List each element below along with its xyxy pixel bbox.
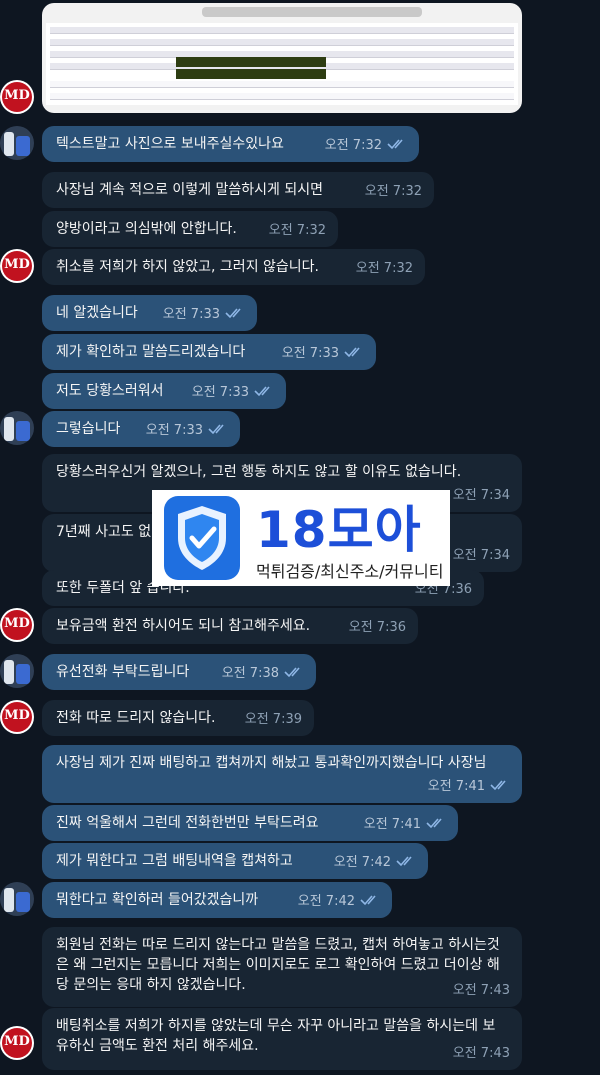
double-check-icon (387, 139, 403, 150)
screenshot-blur-header (202, 7, 422, 17)
attached-screenshot-image[interactable] (42, 3, 522, 113)
message-text: 배팅취소를 저희가 하지를 않았는데 무슨 자꾸 아니라고 말씀을 하시는데 보… (56, 1018, 496, 1054)
double-check-icon (208, 424, 224, 435)
message-bubble-incoming[interactable]: 회원님 전화는 따로 드리지 않는다고 말씀을 드렸고, 캡처 하여놓고 하시는… (42, 927, 522, 1007)
message-bubble-incoming[interactable]: 양방이라고 의심밖에 안합니다. 오전 7:32 (42, 211, 338, 247)
message-time: 오전 7:32 (364, 184, 422, 199)
message-text: 저도 당황스러워서 (56, 383, 164, 399)
double-check-icon (396, 856, 412, 867)
message-meta: 오전 7:33 (146, 421, 228, 441)
message-text: 텍스트말고 사진으로 보내주실수있나요 (56, 136, 284, 152)
message-bubble-outgoing[interactable]: 네 알겠습니다 오전 7:33 (42, 295, 257, 331)
support-avatar[interactable]: MD (0, 249, 34, 283)
user-avatar[interactable] (0, 411, 34, 445)
user-avatar[interactable] (0, 654, 34, 688)
double-check-icon (225, 308, 241, 319)
message-bubble-incoming[interactable]: 사장님 계속 적으로 이렇게 말씀하시게 되시면 오전 7:32 (42, 172, 434, 208)
message-text: 보유금액 환전 하시어도 되니 참고해주세요. (56, 618, 311, 634)
message-bubble-incoming[interactable]: 전화 따로 드리지 않습니다. 오전 7:39 (42, 700, 314, 736)
support-avatar[interactable]: MD (0, 700, 34, 734)
message-bubble-outgoing[interactable]: 텍스트말고 사진으로 보내주실수있나요 오전 7:32 (42, 126, 419, 162)
screenshot-betting-table (46, 23, 518, 105)
message-text: 제가 확인하고 말씀드리겠습니다 (56, 344, 246, 360)
double-check-icon (360, 895, 376, 906)
message-text: 제가 뭐한다고 그럼 배팅내역을 캡쳐하고 (56, 853, 293, 869)
double-check-icon (426, 818, 442, 829)
message-text: 회원님 전화는 따로 드리지 않는다고 말씀을 드렸고, 캡처 하여놓고 하시는… (56, 937, 500, 993)
message-text: 당황스러우신거 알겠으나, 그런 행동 하지도 않고 할 이유도 없습니다. (56, 464, 462, 480)
message-text: 취소를 저희가 하지 않았고, 그러지 않습니다. (56, 259, 319, 275)
message-time: 오전 7:43 (452, 983, 510, 998)
message-bubble-outgoing[interactable]: 그렇습니다 오전 7:33 (42, 411, 240, 447)
shield-check-icon (164, 496, 240, 580)
message-time: 오전 7:36 (348, 620, 406, 635)
message-text: 네 알겠습니다 (56, 305, 138, 321)
message-bubble-outgoing[interactable]: 사장님 제가 진짜 배팅하고 캡쳐까지 해놨고 통과확인까지했습니다 사장님 오… (42, 745, 522, 803)
message-meta: 오전 7:33 (163, 305, 245, 325)
message-text: 그렇습니다 (56, 421, 121, 437)
message-meta: 오전 7:33 (282, 344, 364, 364)
message-meta: 오전 7:41 (428, 777, 510, 797)
message-bubble-outgoing[interactable]: 저도 당황스러워서 오전 7:33 (42, 373, 286, 409)
message-meta: 오전 7:42 (298, 892, 380, 912)
message-meta: 오전 7:42 (334, 853, 416, 873)
message-text: 뭐한다고 확인하러 들어갔겠습니까 (56, 892, 259, 908)
support-avatar[interactable]: MD (0, 608, 34, 642)
support-avatar[interactable]: MD (0, 80, 34, 114)
message-time: 오전 7:34 (452, 548, 510, 563)
message-time: 오전 7:32 (355, 261, 413, 276)
message-time: 오전 7:39 (244, 712, 302, 727)
message-text: 사장님 계속 적으로 이렇게 말씀하시게 되시면 (56, 182, 323, 198)
double-check-icon (254, 386, 270, 397)
message-meta: 오전 7:32 (325, 136, 407, 156)
watermark-subtitle: 먹튀검증/최신주소/커뮤니티 (256, 562, 444, 581)
message-meta: 오전 7:33 (192, 383, 274, 403)
message-bubble-outgoing[interactable]: 진짜 억울해서 그런데 전화한번만 부탁드려요 오전 7:41 (42, 805, 458, 841)
message-meta: 오전 7:38 (222, 664, 304, 684)
message-text: 진짜 억울해서 그런데 전화한번만 부탁드려요 (56, 815, 319, 831)
watermark-banner: 18모아 먹튀검증/최신주소/커뮤니티 (152, 490, 450, 586)
message-bubble-outgoing[interactable]: 뭐한다고 확인하러 들어갔겠습니까 오전 7:42 (42, 882, 392, 918)
message-bubble-incoming[interactable]: 보유금액 환전 하시어도 되니 참고해주세요. 오전 7:36 (42, 608, 418, 644)
double-check-icon (344, 347, 360, 358)
message-time: 오전 7:32 (268, 223, 326, 238)
double-check-icon (284, 667, 300, 678)
watermark-title: 18모아 (256, 501, 422, 559)
message-bubble-outgoing[interactable]: 유선전화 부탁드립니다 오전 7:38 (42, 654, 316, 690)
double-check-icon (490, 780, 506, 791)
message-bubble-incoming[interactable]: 배팅취소를 저희가 하지를 않았는데 무슨 자꾸 아니라고 말씀을 하시는데 보… (42, 1008, 522, 1070)
user-avatar[interactable] (0, 126, 34, 160)
message-text: 유선전화 부탁드립니다 (56, 664, 190, 680)
message-text: 양방이라고 의심밖에 안합니다. (56, 221, 237, 237)
user-avatar[interactable] (0, 882, 34, 916)
message-meta: 오전 7:41 (364, 815, 446, 835)
message-bubble-incoming[interactable]: 취소를 저희가 하지 않았고, 그러지 않습니다. 오전 7:32 (42, 249, 425, 285)
support-avatar[interactable]: MD (0, 1026, 34, 1060)
message-time: 오전 7:34 (452, 488, 510, 503)
message-time: 오전 7:43 (452, 1046, 510, 1061)
message-text: 사장님 제가 진짜 배팅하고 캡쳐까지 해놨고 통과확인까지했습니다 사장님 (56, 755, 487, 771)
message-bubble-outgoing[interactable]: 제가 확인하고 말씀드리겠습니다 오전 7:33 (42, 334, 376, 370)
message-bubble-outgoing[interactable]: 제가 뭐한다고 그럼 배팅내역을 캡쳐하고 오전 7:42 (42, 843, 428, 879)
message-text: 전화 따로 드리지 않습니다. (56, 710, 216, 726)
